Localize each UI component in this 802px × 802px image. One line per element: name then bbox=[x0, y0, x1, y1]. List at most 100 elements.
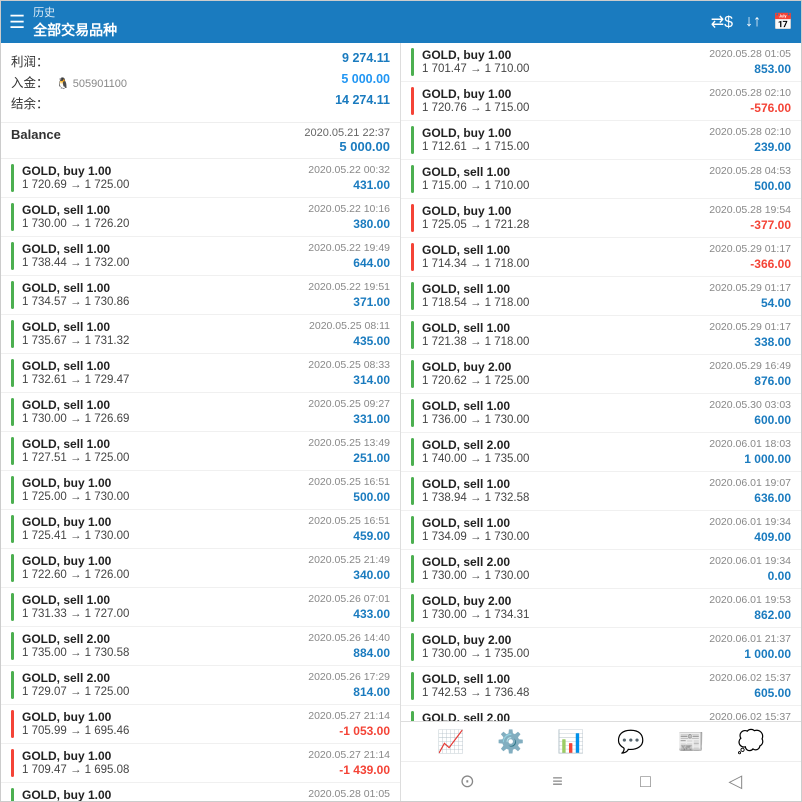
trade-type: GOLD, sell 1.00 bbox=[22, 242, 110, 256]
trade-bar bbox=[11, 788, 14, 801]
trade-date: 2020.05.28 19:54 bbox=[709, 204, 791, 218]
chart-nav-icon[interactable]: 📈 bbox=[437, 729, 464, 755]
trade-prices: 1 732.61 → 1 729.47 bbox=[22, 374, 129, 387]
trade-date: 2020.06.02 15:37 bbox=[709, 672, 791, 686]
right-trade-item: GOLD, sell 2.002020.06.01 18:031 740.00 … bbox=[401, 433, 801, 472]
trade-date: 2020.05.30 03:03 bbox=[709, 399, 791, 413]
square-btn[interactable]: □ bbox=[640, 771, 651, 792]
home-btn[interactable]: ⊙ bbox=[460, 771, 475, 792]
trade-prices: 1 730.00 → 1 735.00 bbox=[422, 648, 529, 661]
left-trade-item: GOLD, sell 1.002020.05.22 10:161 730.00 … bbox=[1, 198, 400, 237]
sort-icon[interactable]: ↓↑ bbox=[745, 13, 761, 31]
trade-date: 2020.06.01 19:34 bbox=[709, 516, 791, 530]
left-trade-item: GOLD, buy 1.002020.05.27 21:141 705.99 →… bbox=[1, 705, 400, 744]
balance-label-summary: 结余： bbox=[11, 93, 49, 112]
trade-bar bbox=[411, 282, 414, 310]
menu-icon[interactable]: ☰ bbox=[9, 12, 25, 33]
trade-bar bbox=[11, 320, 14, 348]
trade-date: 2020.05.26 14:40 bbox=[308, 632, 390, 646]
trade-bar bbox=[411, 243, 414, 271]
currency-swap-icon[interactable]: ⇄$ bbox=[711, 12, 733, 32]
trade-date: 2020.05.25 08:33 bbox=[308, 359, 390, 373]
right-trade-item: GOLD, buy 1.002020.05.28 19:541 725.05 →… bbox=[401, 199, 801, 238]
trade-type: GOLD, sell 1.00 bbox=[422, 477, 510, 491]
trade-date: 2020.05.27 21:14 bbox=[308, 749, 390, 763]
header-icons: ⇄$ ↓↑ 📅 bbox=[711, 12, 793, 32]
trade-bar bbox=[11, 710, 14, 738]
left-trade-list: GOLD, buy 1.002020.05.22 00:321 720.69 →… bbox=[1, 159, 400, 801]
trade-prices: 1 714.34 → 1 718.00 bbox=[422, 258, 529, 271]
trade-profit: -1 439.00 bbox=[339, 763, 390, 777]
deposit-row: 入金： 🐧 505901100 5 000.00 bbox=[11, 72, 390, 91]
trade-bar bbox=[11, 281, 14, 309]
trade-date: 2020.05.25 09:27 bbox=[308, 398, 390, 412]
trade-bar bbox=[11, 515, 14, 543]
trade-profit: 0.00 bbox=[768, 569, 791, 583]
left-trade-item: GOLD, sell 1.002020.05.26 07:011 731.33 … bbox=[1, 588, 400, 627]
trade-bar bbox=[411, 438, 414, 466]
balance-entry-right: 2020.05.21 22:37 5 000.00 bbox=[304, 127, 390, 154]
chat-nav-icon[interactable]: 💭 bbox=[737, 729, 764, 755]
trade-bar bbox=[411, 516, 414, 544]
trade-prices: 1 738.44 → 1 732.00 bbox=[22, 257, 129, 270]
trade-bar bbox=[11, 476, 14, 504]
trade-bar bbox=[411, 711, 414, 721]
right-trade-item: GOLD, sell 2.002020.06.01 19:341 730.00 … bbox=[401, 550, 801, 589]
trade-bar bbox=[411, 633, 414, 661]
trade-prices: 1 718.54 → 1 718.00 bbox=[422, 297, 529, 310]
trade-bar bbox=[411, 672, 414, 700]
trade-profit: 371.00 bbox=[353, 295, 390, 309]
trade-profit: 54.00 bbox=[761, 296, 791, 310]
trade-type: GOLD, sell 1.00 bbox=[422, 243, 510, 257]
profit-label: 利润： bbox=[11, 51, 49, 70]
trade-prices: 1 725.41 → 1 730.00 bbox=[22, 530, 129, 543]
left-trade-item: GOLD, buy 1.002020.05.22 00:321 720.69 →… bbox=[1, 159, 400, 198]
trade-profit: 853.00 bbox=[754, 62, 791, 76]
trade-date: 2020.06.01 19:07 bbox=[709, 477, 791, 491]
calendar-icon[interactable]: 📅 bbox=[773, 12, 793, 32]
back-btn[interactable]: ◁ bbox=[728, 771, 742, 792]
trade-prices: 1 720.76 → 1 715.00 bbox=[422, 102, 529, 115]
trade-date: 2020.05.22 10:16 bbox=[308, 203, 390, 217]
right-trade-item: GOLD, sell 1.002020.06.02 15:371 742.53 … bbox=[401, 667, 801, 706]
trade-prices: 1 705.99 → 1 695.46 bbox=[22, 725, 129, 738]
trade-type: GOLD, buy 1.00 bbox=[422, 204, 511, 218]
settings-nav-icon[interactable]: ⚙️ bbox=[497, 729, 524, 755]
balance-entry-label: Balance bbox=[11, 127, 61, 142]
analytics-nav-icon[interactable]: 📊 bbox=[557, 729, 584, 755]
trade-date: 2020.05.28 01:05 bbox=[709, 48, 791, 62]
right-trade-item: GOLD, sell 2.002020.06.02 15:371 739.77 … bbox=[401, 706, 801, 721]
trade-date: 2020.05.28 02:10 bbox=[709, 87, 791, 101]
trade-date: 2020.05.25 13:49 bbox=[308, 437, 390, 451]
right-trade-item: GOLD, sell 1.002020.06.01 19:071 738.94 … bbox=[401, 472, 801, 511]
header-title-block: 历史 全部交易品种 bbox=[33, 4, 711, 40]
trade-profit: 636.00 bbox=[754, 491, 791, 505]
trade-profit: 1 000.00 bbox=[744, 647, 791, 661]
left-trade-item: GOLD, sell 1.002020.05.25 09:271 730.00 … bbox=[1, 393, 400, 432]
app-container: ☰ 历史 全部交易品种 ⇄$ ↓↑ 📅 利润： 9 274.11 入金： bbox=[0, 0, 802, 802]
left-trade-item: GOLD, sell 1.002020.05.22 19:491 738.44 … bbox=[1, 237, 400, 276]
trade-prices: 1 721.38 → 1 718.00 bbox=[422, 336, 529, 349]
trade-profit: 876.00 bbox=[754, 374, 791, 388]
left-trade-item: GOLD, buy 1.002020.05.25 16:511 725.00 →… bbox=[1, 471, 400, 510]
balance-row-summary: 结余： 14 274.11 bbox=[11, 93, 390, 112]
trade-type: GOLD, buy 1.00 bbox=[22, 515, 111, 529]
trade-prices: 1 720.62 → 1 725.00 bbox=[422, 375, 529, 388]
trade-profit: 500.00 bbox=[353, 490, 390, 504]
trade-profit: -1 053.00 bbox=[339, 724, 390, 738]
trade-profit: 862.00 bbox=[754, 608, 791, 622]
news-nav-icon[interactable]: 📰 bbox=[677, 729, 704, 755]
message-nav-icon[interactable]: 💬 bbox=[617, 729, 644, 755]
trade-date: 2020.05.27 21:14 bbox=[308, 710, 390, 724]
menu-btn[interactable]: ≡ bbox=[552, 771, 563, 792]
left-trade-item: GOLD, buy 1.002020.05.28 01:051 701.47 →… bbox=[1, 783, 400, 801]
trade-type: GOLD, buy 2.00 bbox=[422, 633, 511, 647]
trade-type: GOLD, buy 1.00 bbox=[22, 476, 111, 490]
trade-profit: -377.00 bbox=[750, 218, 791, 232]
trade-prices: 1 734.57 → 1 730.86 bbox=[22, 296, 129, 309]
right-trade-item: GOLD, sell 1.002020.05.29 01:171 721.38 … bbox=[401, 316, 801, 355]
right-trade-item: GOLD, sell 1.002020.05.29 01:171 718.54 … bbox=[401, 277, 801, 316]
trade-prices: 1 730.00 → 1 730.00 bbox=[422, 570, 529, 583]
trade-profit: 338.00 bbox=[754, 335, 791, 349]
trade-date: 2020.06.01 19:53 bbox=[709, 594, 791, 608]
